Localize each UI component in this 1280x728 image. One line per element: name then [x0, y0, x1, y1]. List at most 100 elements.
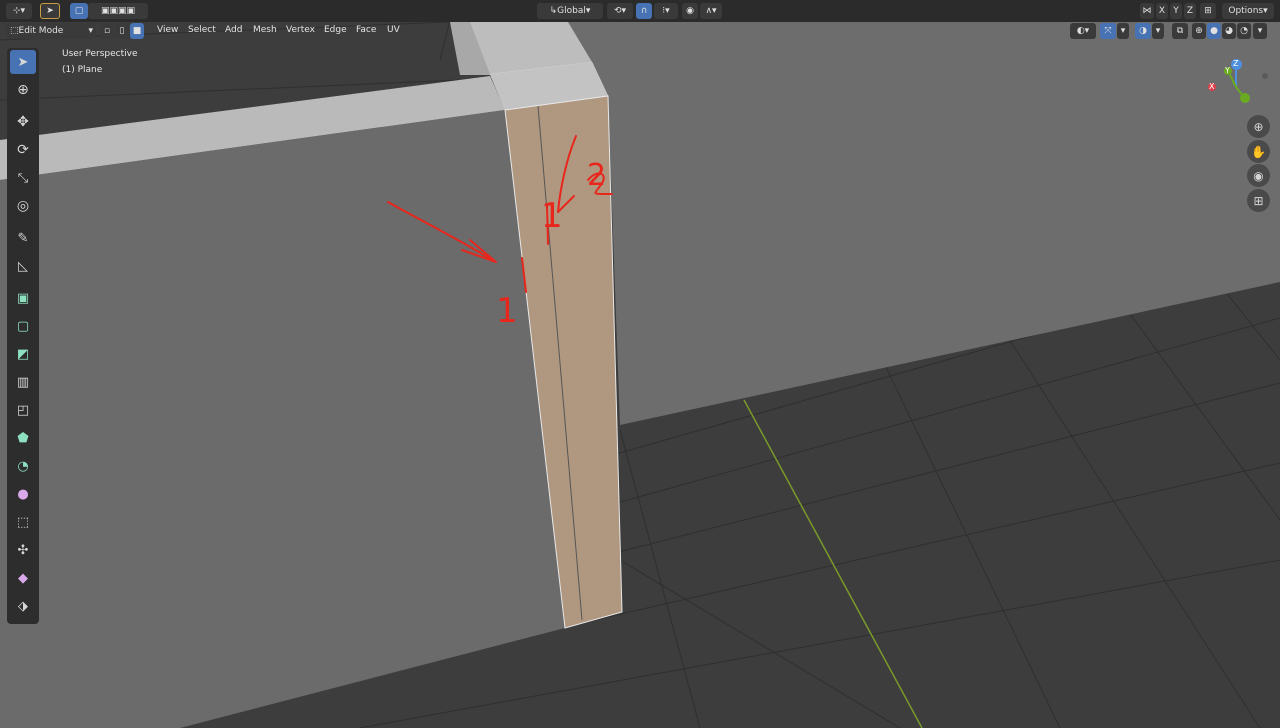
tool-push-pull[interactable]: ✣ — [10, 538, 36, 562]
chevron-down-icon: ▾ — [585, 6, 591, 16]
tool-bevel[interactable]: ◩ — [10, 342, 36, 366]
gizmo-neg-y-axis[interactable] — [1240, 93, 1250, 103]
orientation-label: Global — [557, 6, 586, 16]
tool-loop-cut[interactable]: ▥ — [10, 370, 36, 394]
transform-orientation-dropdown[interactable]: ↳ Global ▾ — [537, 3, 603, 19]
loop-cut-icon: ▥ — [16, 374, 30, 390]
tool-measure[interactable]: ◺ — [10, 254, 36, 278]
material-shading[interactable]: ◕ — [1222, 23, 1236, 39]
mirror-options-button[interactable]: ⋈ — [1140, 3, 1154, 19]
zoom-button[interactable]: ⊕ — [1247, 115, 1270, 138]
object-name-label: (1) Plane — [62, 65, 103, 75]
tool-spin[interactable]: ◔ — [10, 454, 36, 478]
tool-select-box[interactable]: ➤ — [10, 50, 36, 74]
pencil-icon: ✎ — [17, 230, 29, 246]
tool-poly-build[interactable]: ⬟ — [10, 426, 36, 450]
viewport-header: ⬚ Edit Mode ▾ ▫ ▯ ■ View Select Add Mesh … — [0, 22, 1280, 40]
navigation-gizmo[interactable]: Z Y X — [1200, 55, 1270, 115]
gizmo-toggle[interactable]: ⤧ — [1100, 23, 1116, 39]
gizmo-z-axis[interactable]: Z — [1231, 59, 1242, 70]
shading-dropdown[interactable]: ▾ — [1253, 23, 1267, 39]
wireframe-shading[interactable]: ⊕ — [1192, 23, 1206, 39]
xray-toggle[interactable]: ⧉ — [1172, 23, 1188, 39]
eye-icon: ◐▾ — [1076, 26, 1090, 36]
solid-shading[interactable]: ● — [1207, 23, 1221, 39]
annotation-two: 2 — [587, 158, 607, 193]
auto-merge-toggle[interactable]: ⊞ — [1200, 3, 1216, 19]
3d-viewport[interactable]: 1 — [0, 0, 1280, 728]
mirror-z-label: Z — [1186, 6, 1194, 16]
mode-set-icons: ▣▣▣▣ — [100, 6, 135, 16]
pivot-point-button[interactable]: ⟲▾ — [607, 3, 633, 19]
tool-inset-faces[interactable]: ▢ — [10, 314, 36, 338]
tool-move[interactable]: ✥ — [10, 110, 36, 134]
rip-icon: ⬗ — [18, 598, 28, 614]
menu-uv[interactable]: UV — [387, 25, 400, 35]
tool-rotate[interactable]: ⟳ — [10, 138, 36, 162]
annotation-one-b: 1 — [541, 196, 563, 236]
menu-view[interactable]: View — [157, 25, 178, 35]
snap-grid-icon: ⁝▾ — [662, 6, 670, 16]
vertex-select-mode[interactable]: ▫ — [100, 23, 114, 39]
crosshair-icon: ⊕ — [17, 82, 29, 98]
falloff-dropdown[interactable]: ∧▾ — [700, 3, 722, 19]
snap-target-button[interactable]: ⁝▾ — [654, 3, 678, 19]
tool-shear[interactable]: ◆ — [10, 566, 36, 590]
menu-edge[interactable]: Edge — [324, 25, 347, 35]
solid-sphere-icon: ● — [1210, 26, 1218, 36]
overlays-dropdown[interactable]: ▾ — [1152, 23, 1164, 39]
menu-select[interactable]: Select — [188, 25, 216, 35]
menu-add[interactable]: Add — [225, 25, 242, 35]
menu-face[interactable]: Face — [356, 25, 376, 35]
mode-dropdown[interactable]: ⬚ Edit Mode ▾ — [6, 23, 96, 39]
edge-select-mode[interactable]: ▯ — [115, 23, 129, 39]
pivot-icon: ⟲▾ — [613, 6, 627, 16]
perspective-toggle-button[interactable]: ⊞ — [1247, 189, 1270, 212]
knife-icon: ◰ — [16, 402, 30, 418]
camera-view-button[interactable]: ◉ — [1247, 164, 1270, 187]
gizmo-x-axis[interactable]: X — [1208, 82, 1216, 91]
editor-type-button[interactable]: ⊹▾ — [6, 3, 32, 19]
select-mode-button[interactable]: ➤ — [40, 3, 60, 19]
tool-transform[interactable]: ◎ — [10, 194, 36, 218]
scale-icon: ⤡ — [17, 170, 29, 186]
cursor-arrow-icon: ➤ — [46, 6, 54, 16]
mode-set-button[interactable]: ▣▣▣▣ — [88, 3, 148, 19]
mirror-z-toggle[interactable]: Z — [1184, 3, 1196, 19]
mode-new-button[interactable]: ▢ — [70, 3, 88, 19]
rendered-shading[interactable]: ◔ — [1237, 23, 1251, 39]
tool-rip-region[interactable]: ⬗ — [10, 594, 36, 618]
ruler-icon: ◺ — [18, 258, 28, 274]
poly-build-icon: ⬟ — [17, 430, 29, 446]
mirror-y-label: Y — [1173, 6, 1179, 16]
top-header-bar: ⊹▾ ➤ ▢ ▣▣▣▣ ↳ Global ▾ ⟲▾ ∩ ⁝▾ ◉ ∧▾ ⋈ X … — [0, 0, 1280, 22]
tool-extrude-region[interactable]: ▣ — [10, 286, 36, 310]
grid-perspective-icon: ⊞ — [1253, 193, 1264, 208]
options-dropdown[interactable]: Options ▾ — [1222, 3, 1274, 19]
gizmo-neg-x-axis[interactable] — [1262, 73, 1268, 79]
tool-annotate[interactable]: ✎ — [10, 226, 36, 250]
proportional-icon: ◉ — [686, 6, 694, 16]
face-select-mode[interactable]: ■ — [130, 23, 144, 39]
visibility-dropdown[interactable]: ◐▾ — [1070, 23, 1096, 39]
spin-icon: ◔ — [17, 458, 29, 474]
gizmo-y-axis[interactable]: Y — [1224, 66, 1232, 75]
proportional-edit-toggle[interactable]: ◉ — [682, 3, 698, 19]
tool-shrink-fatten[interactable]: ⬚ — [10, 510, 36, 534]
gizmo-dropdown[interactable]: ▾ — [1117, 23, 1129, 39]
tool-cursor[interactable]: ⊕ — [10, 78, 36, 102]
mirror-x-toggle[interactable]: X — [1156, 3, 1168, 19]
square-icon: ▢ — [74, 6, 84, 16]
tool-scale[interactable]: ⤡ — [10, 166, 36, 190]
snap-toggle[interactable]: ∩ — [636, 3, 652, 19]
mirror-y-toggle[interactable]: Y — [1170, 3, 1182, 19]
falloff-curve-icon: ∧▾ — [705, 6, 717, 16]
overlays-toggle[interactable]: ◑ — [1135, 23, 1151, 39]
rendered-sphere-icon: ◔ — [1240, 26, 1248, 36]
menu-mesh[interactable]: Mesh — [253, 25, 277, 35]
pan-button[interactable]: ✋ — [1247, 140, 1270, 163]
menu-vertex[interactable]: Vertex — [286, 25, 315, 35]
tool-smooth[interactable]: ● — [10, 482, 36, 506]
tool-knife[interactable]: ◰ — [10, 398, 36, 422]
push-pull-icon: ✣ — [17, 542, 29, 558]
